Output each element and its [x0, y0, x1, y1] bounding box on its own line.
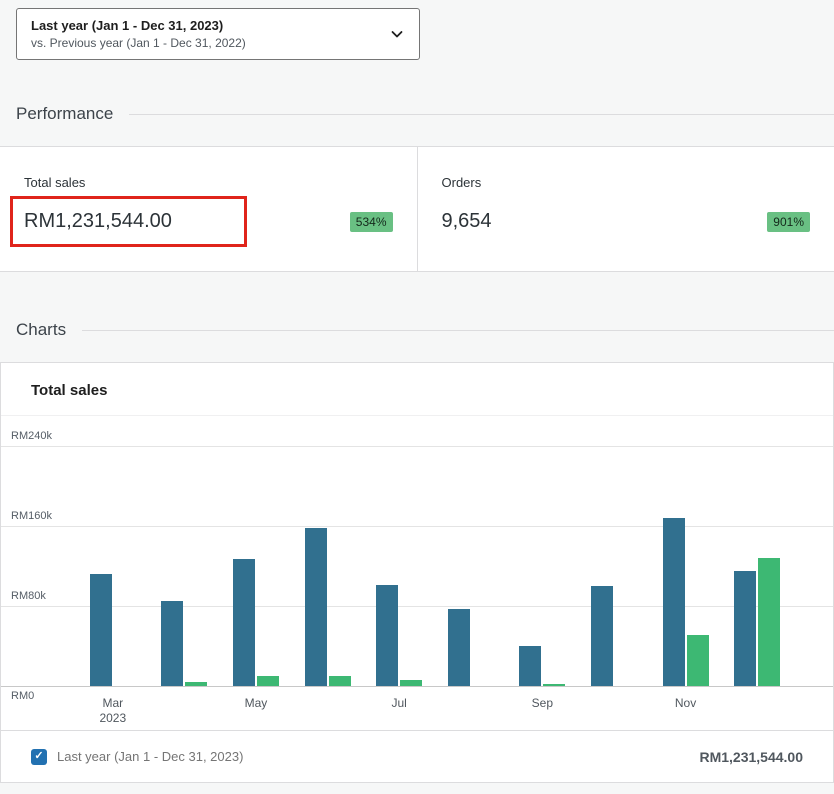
orders-body: 9,654 901%	[442, 196, 811, 247]
bar-current-period[interactable]	[448, 609, 470, 686]
bar-previous-period[interactable]	[758, 558, 780, 686]
performance-section-heading: Performance	[16, 104, 834, 124]
check-icon: ✓	[34, 751, 43, 762]
orders-card[interactable]: Orders 9,654 901%	[417, 147, 834, 271]
legend-checkbox[interactable]: ✓	[31, 749, 47, 765]
annotation-highlight-box: RM1,231,544.00	[10, 196, 247, 247]
y-axis-tick-label: RM160k	[11, 510, 52, 522]
bar-previous-period[interactable]	[400, 680, 422, 686]
bar-previous-period[interactable]	[329, 676, 351, 686]
performance-heading-text: Performance	[16, 104, 113, 124]
bar-group-jun-2023[interactable]	[292, 446, 364, 686]
legend-total-value: RM1,231,544.00	[699, 749, 803, 765]
x-axis-tick	[578, 696, 650, 730]
bar-previous-period[interactable]	[687, 635, 709, 686]
total-sales-label: Total sales	[24, 175, 393, 190]
bar-previous-period[interactable]	[257, 676, 279, 686]
bars-row	[77, 446, 793, 686]
chevron-down-icon	[389, 26, 405, 42]
bar-group-apr-2023[interactable]	[149, 446, 221, 686]
date-range-picker[interactable]: Last year (Jan 1 - Dec 31, 2023) vs. Pre…	[16, 8, 420, 60]
gridline	[1, 686, 833, 687]
y-axis-tick-label: RM0	[11, 690, 34, 702]
charts-section-heading: Charts	[16, 320, 834, 340]
chart-title: Total sales	[1, 363, 833, 416]
x-axis-tick: May	[220, 696, 292, 730]
charts-heading-text: Charts	[16, 320, 66, 340]
analytics-page: Last year (Jan 1 - Dec 31, 2023) vs. Pre…	[0, 8, 834, 783]
x-axis-tick: Jul	[363, 696, 435, 730]
orders-value: 9,654	[442, 196, 492, 247]
bar-group-nov-2023[interactable]	[650, 446, 722, 686]
x-axis-tick	[721, 696, 793, 730]
x-axis-tick: Nov	[650, 696, 722, 730]
bar-group-aug-2023[interactable]	[435, 446, 507, 686]
chart-legend: ✓ Last year (Jan 1 - Dec 31, 2023) RM1,2…	[1, 730, 833, 782]
total-sales-card[interactable]: Total sales RM1,231,544.00 534%	[0, 147, 417, 271]
heading-divider	[129, 114, 834, 115]
bar-group-oct-2023[interactable]	[578, 446, 650, 686]
y-axis-tick-label: RM240k	[11, 430, 52, 442]
legend-label[interactable]: Last year (Jan 1 - Dec 31, 2023)	[57, 749, 243, 764]
bar-current-period[interactable]	[519, 646, 541, 686]
bar-group-sep-2023[interactable]	[507, 446, 579, 686]
date-range-text: Last year (Jan 1 - Dec 31, 2023) vs. Pre…	[31, 17, 246, 51]
bar-current-period[interactable]	[90, 574, 112, 686]
total-sales-chart-card: Total sales RM240k RM160k RM80k RM0 Mar2023…	[0, 362, 834, 783]
x-axis-tick	[292, 696, 364, 730]
bar-current-period[interactable]	[376, 585, 398, 686]
bar-group-dec-2023[interactable]	[721, 446, 793, 686]
bar-current-period[interactable]	[161, 601, 183, 686]
bar-group-mar-2023[interactable]	[77, 446, 149, 686]
x-axis-tick	[435, 696, 507, 730]
x-axis-row: Mar2023 May Jul Sep Nov	[77, 696, 793, 730]
x-axis-tick: Sep	[507, 696, 579, 730]
chart-plot: RM240kRM160kRM80kRM0	[1, 446, 833, 686]
bar-current-period[interactable]	[734, 571, 756, 686]
total-sales-body: RM1,231,544.00 534%	[24, 196, 393, 247]
bar-current-period[interactable]	[305, 528, 327, 686]
bar-current-period[interactable]	[663, 518, 685, 686]
bar-previous-period[interactable]	[543, 684, 565, 686]
bar-current-period[interactable]	[233, 559, 255, 686]
orders-label: Orders	[442, 175, 811, 190]
x-axis-tick	[149, 696, 221, 730]
bar-group-jul-2023[interactable]	[363, 446, 435, 686]
orders-delta-badge: 901%	[767, 212, 810, 232]
bar-current-period[interactable]	[591, 586, 613, 686]
heading-divider	[82, 330, 834, 331]
x-axis-tick: Mar2023	[77, 696, 149, 730]
bar-previous-period[interactable]	[185, 682, 207, 686]
date-range-primary: Last year (Jan 1 - Dec 31, 2023)	[31, 17, 246, 35]
total-sales-delta-badge: 534%	[350, 212, 393, 232]
y-axis-tick-label: RM80k	[11, 590, 46, 602]
date-range-secondary: vs. Previous year (Jan 1 - Dec 31, 2022)	[31, 35, 246, 51]
bar-group-may-2023[interactable]	[220, 446, 292, 686]
total-sales-value: RM1,231,544.00	[24, 210, 172, 233]
performance-cards-row: Total sales RM1,231,544.00 534% Orders 9…	[0, 146, 834, 272]
